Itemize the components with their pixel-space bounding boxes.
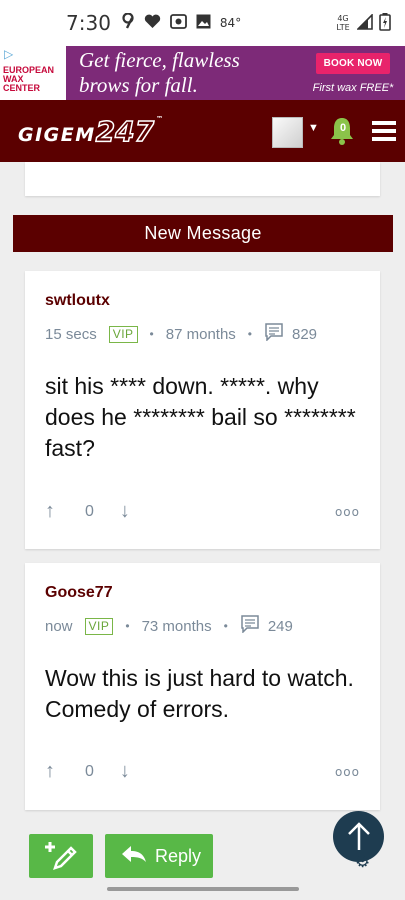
chevron-down-icon[interactable]: ▼: [308, 122, 319, 134]
post-meta: 15 secs VIP • 87 months • 829: [45, 323, 360, 345]
avatar[interactable]: [272, 117, 303, 148]
post-tenure: 87 months: [165, 325, 236, 343]
vote-count: 0: [85, 502, 94, 520]
vip-badge: VIP: [84, 617, 114, 635]
hamburger-menu-icon[interactable]: [372, 121, 396, 141]
status-bar: 7:30 84° 4G LTE: [0, 0, 405, 46]
reply-arrow-icon: [121, 845, 147, 868]
network-type: 4G LTE: [336, 14, 350, 32]
ad-book-now-button[interactable]: BOOK NOW: [315, 53, 391, 74]
gear-icon[interactable]: ⚙: [355, 852, 370, 872]
vote-count: 0: [85, 762, 94, 780]
arrow-up-icon[interactable]: ↑: [45, 760, 55, 783]
more-options-icon[interactable]: ooo: [335, 765, 360, 779]
post-body: sit his **** down. *****. why does he **…: [45, 373, 356, 461]
site-logo[interactable]: GIGEM247 ™: [18, 114, 165, 149]
arrow-up-icon[interactable]: ↑: [45, 500, 55, 523]
logo-tm: ™: [156, 114, 165, 123]
meta-separator: •: [247, 327, 252, 341]
post-time: 15 secs: [45, 325, 97, 343]
image-icon: [196, 14, 211, 33]
post-time: now: [45, 617, 73, 635]
signal-icon: [356, 12, 373, 33]
post-username[interactable]: Goose77: [45, 584, 360, 602]
post-username[interactable]: swtloutx: [45, 292, 360, 310]
meta-separator: •: [223, 619, 228, 633]
post-tenure: 73 months: [141, 617, 212, 635]
post-count: 829: [292, 325, 318, 343]
post-card: swtloutx 15 secs VIP • 87 months • 829 s…: [25, 271, 380, 549]
ad-logo-line: CENTER: [3, 83, 41, 93]
previous-post-card: [25, 162, 380, 196]
compose-icon: [43, 840, 79, 877]
logo-number: 247: [95, 114, 155, 149]
more-options-icon[interactable]: ooo: [335, 505, 360, 519]
post-actions: ↑ 0 ↓ ooo: [45, 500, 360, 523]
new-message-bar[interactable]: New Message: [13, 215, 393, 252]
ad-headline-line2: brows for fall.: [79, 73, 198, 97]
status-time: 7:30: [66, 11, 111, 35]
comment-icon: [240, 615, 268, 637]
ad-headline-line1: Get fierce, flawless: [79, 48, 240, 72]
temperature: 84°: [219, 16, 242, 30]
logo-text: GIGEM: [18, 123, 96, 146]
vip-badge: VIP: [108, 325, 138, 343]
sports-icon: [121, 12, 135, 33]
reply-button[interactable]: Reply: [105, 834, 213, 878]
arrow-down-icon[interactable]: ↓: [120, 760, 130, 783]
ad-banner[interactable]: ▷ EUROPEAN WAX CENTER Get fierce, flawle…: [0, 46, 405, 100]
arrow-down-icon[interactable]: ↓: [120, 500, 130, 523]
heart-icon: [144, 14, 161, 33]
post-card: Goose77 now VIP • 73 months • 249 Wow th…: [25, 563, 380, 810]
ad-cta: BOOK NOW First wax FREE*: [301, 46, 405, 100]
new-post-button[interactable]: [29, 834, 93, 878]
post-count: 249: [267, 617, 293, 635]
meta-separator: •: [149, 327, 154, 341]
home-indicator[interactable]: [107, 887, 299, 891]
notification-count: 0: [339, 122, 347, 134]
reply-label: Reply: [155, 845, 202, 866]
post-actions: ↑ 0 ↓ ooo: [45, 760, 360, 783]
comment-icon: [264, 323, 292, 345]
ad-logo: ▷ EUROPEAN WAX CENTER: [0, 46, 66, 100]
status-right-icons: 4G LTE: [335, 12, 391, 34]
radio-icon: [170, 13, 187, 33]
meta-separator: •: [125, 619, 130, 633]
ad-subtext: First wax FREE*: [312, 82, 394, 94]
ad-choices-icon[interactable]: ▷: [4, 47, 13, 61]
battery-icon: [379, 12, 391, 34]
ad-headline: Get fierce, flawless brows for fall.: [66, 46, 301, 100]
post-meta: now VIP • 73 months • 249: [45, 615, 360, 637]
post-body: Wow this is just hard to watch. Comedy o…: [45, 665, 354, 722]
